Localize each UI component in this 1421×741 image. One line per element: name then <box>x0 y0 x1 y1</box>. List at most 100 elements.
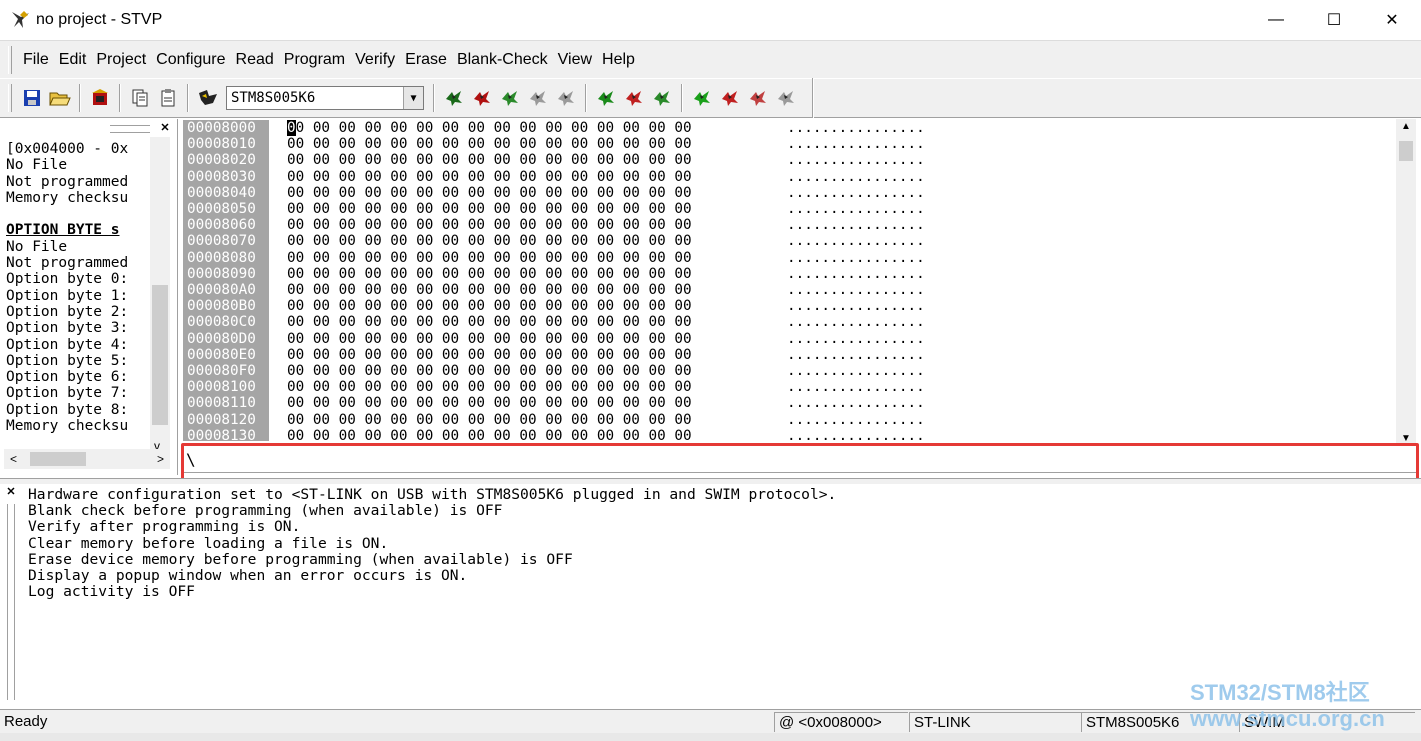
hex-bytes[interactable]: 00 00 00 00 00 00 00 00 00 00 00 00 00 0… <box>287 136 692 152</box>
minimize-button[interactable]: — <box>1247 0 1305 40</box>
hex-row[interactable]: 00008100 00 00 00 00 00 00 00 00 00 00 00… <box>183 379 1393 396</box>
program-action-button[interactable] <box>524 84 552 112</box>
hex-row[interactable]: 00008090 00 00 00 00 00 00 00 00 00 00 00… <box>183 265 1393 282</box>
open-button[interactable] <box>46 84 74 112</box>
program-action-button[interactable] <box>688 84 716 112</box>
hex-bytes[interactable]: 00 00 00 00 00 00 00 00 00 00 00 00 00 0… <box>287 169 692 185</box>
hex-editor[interactable]: 00008000 00 00 00 00 00 00 00 00 00 00 00… <box>183 119 1416 441</box>
hex-bytes[interactable]: 00 00 00 00 00 00 00 00 00 00 00 00 00 0… <box>287 428 692 441</box>
menu-help[interactable]: Help <box>597 51 640 69</box>
project-button[interactable] <box>86 84 114 112</box>
program-action-button[interactable] <box>552 84 580 112</box>
hex-bytes[interactable]: 00 00 00 00 00 00 00 00 00 00 00 00 00 0… <box>287 217 692 233</box>
menu-configure[interactable]: Configure <box>151 51 230 69</box>
program-action-button[interactable] <box>468 84 496 112</box>
program-action-button[interactable] <box>772 84 800 112</box>
hex-row[interactable]: 00008000 00 00 00 00 00 00 00 00 00 00 00… <box>183 120 1393 137</box>
hex-bytes[interactable]: 00 00 00 00 00 00 00 00 00 00 00 00 00 0… <box>287 331 692 347</box>
close-icon[interactable]: ✕ <box>4 486 18 500</box>
program-action-button[interactable] <box>496 84 524 112</box>
hex-bytes[interactable]: 00 00 00 00 00 00 00 00 00 00 00 00 00 0… <box>287 412 692 428</box>
edit-cursor[interactable]: 0 <box>287 120 296 136</box>
info-horizontal-scrollbar[interactable]: < > <box>4 449 170 469</box>
program-action-button[interactable] <box>440 84 468 112</box>
watermark: STM32/STM8社区 www.stmcu.org.cn <box>1190 680 1420 732</box>
hex-bytes[interactable]: 00 00 00 00 00 00 00 00 00 00 00 00 00 0… <box>287 201 692 217</box>
hex-row[interactable]: 000080B0 00 00 00 00 00 00 00 00 00 00 00… <box>183 298 1393 315</box>
toolbar: STM8S005K6 ▼ <box>0 78 1421 118</box>
menu-file[interactable]: File <box>18 51 54 69</box>
paste-button[interactable] <box>154 84 182 112</box>
hex-row[interactable]: 000080D0 00 00 00 00 00 00 00 00 00 00 00… <box>183 330 1393 347</box>
log-line: Display a popup window when an error occ… <box>28 566 468 584</box>
scroll-thumb[interactable] <box>30 452 86 466</box>
menu-program[interactable]: Program <box>279 51 350 69</box>
log-line: Hardware configuration set to <ST-LINK o… <box>28 486 837 503</box>
save-button[interactable] <box>18 84 46 112</box>
panel-grip[interactable] <box>7 504 15 700</box>
hex-bytes[interactable]: 00 00 00 00 00 00 00 00 00 00 00 00 00 0… <box>287 233 692 249</box>
program-action-button[interactable] <box>648 84 676 112</box>
hex-row[interactable]: 00008010 00 00 00 00 00 00 00 00 00 00 00… <box>183 136 1393 153</box>
chevron-down-icon[interactable]: ▼ <box>403 87 423 109</box>
menu-erase[interactable]: Erase <box>400 51 452 69</box>
hex-row[interactable]: 00008060 00 00 00 00 00 00 00 00 00 00 00… <box>183 217 1393 234</box>
hex-ascii: ................ <box>787 201 925 217</box>
hex-bytes[interactable]: 00 00 00 00 00 00 00 00 00 00 00 00 00 0… <box>287 266 692 282</box>
hex-row[interactable]: 00008110 00 00 00 00 00 00 00 00 00 00 00… <box>183 395 1393 412</box>
close-icon[interactable]: ✕ <box>158 122 172 136</box>
scroll-thumb[interactable] <box>152 285 168 425</box>
menu-project[interactable]: Project <box>91 51 151 69</box>
info-line: Option byte 6: <box>6 369 129 386</box>
hex-bytes[interactable]: 00 00 00 00 00 00 00 00 00 00 00 00 00 0… <box>287 314 692 330</box>
hex-bytes[interactable]: 00 00 00 00 00 00 00 00 00 00 00 00 00 0… <box>287 120 692 136</box>
hex-row[interactable]: 00008080 00 00 00 00 00 00 00 00 00 00 00… <box>183 249 1393 266</box>
hex-row[interactable]: 00008020 00 00 00 00 00 00 00 00 00 00 00… <box>183 152 1393 169</box>
hex-bytes[interactable]: 00 00 00 00 00 00 00 00 00 00 00 00 00 0… <box>287 250 692 266</box>
menu-edit[interactable]: Edit <box>54 51 92 69</box>
hex-row[interactable]: 000080C0 00 00 00 00 00 00 00 00 00 00 00… <box>183 314 1393 331</box>
menu-read[interactable]: Read <box>231 51 279 69</box>
scroll-thumb[interactable] <box>1399 141 1413 161</box>
hex-bytes[interactable]: 00 00 00 00 00 00 00 00 00 00 00 00 00 0… <box>287 298 692 314</box>
program-action-button[interactable] <box>716 84 744 112</box>
hex-row[interactable]: 00008040 00 00 00 00 00 00 00 00 00 00 00… <box>183 184 1393 201</box>
scroll-up-icon[interactable]: ▲ <box>1396 121 1416 132</box>
scroll-left-icon[interactable]: < <box>10 452 17 466</box>
hex-row[interactable]: 000080A0 00 00 00 00 00 00 00 00 00 00 00… <box>183 282 1393 299</box>
hex-row[interactable]: 00008130 00 00 00 00 00 00 00 00 00 00 00… <box>183 427 1393 441</box>
hex-bytes[interactable]: 00 00 00 00 00 00 00 00 00 00 00 00 00 0… <box>287 363 692 379</box>
chip-config-button[interactable] <box>194 84 222 112</box>
info-vertical-scrollbar[interactable]: v <box>150 137 170 453</box>
hex-row[interactable]: 000080F0 00 00 00 00 00 00 00 00 00 00 00… <box>183 363 1393 380</box>
close-button[interactable]: ✕ <box>1363 0 1421 40</box>
hex-row[interactable]: 00008030 00 00 00 00 00 00 00 00 00 00 00… <box>183 168 1393 185</box>
device-select[interactable]: STM8S005K6 ▼ <box>226 86 424 110</box>
info-line: Option byte 7: <box>6 385 129 402</box>
menu-verify[interactable]: Verify <box>350 51 400 69</box>
toolbar-grip[interactable] <box>8 84 12 112</box>
hex-row[interactable]: 00008050 00 00 00 00 00 00 00 00 00 00 00… <box>183 201 1393 218</box>
program-action-button[interactable] <box>592 84 620 112</box>
hex-bytes[interactable]: 00 00 00 00 00 00 00 00 00 00 00 00 00 0… <box>287 185 692 201</box>
hex-vertical-scrollbar[interactable]: ▲ ▼ <box>1396 119 1416 444</box>
hex-row[interactable]: 000080E0 00 00 00 00 00 00 00 00 00 00 00… <box>183 346 1393 363</box>
title-bar: no project - STVP — ☐ ✕ <box>0 0 1421 40</box>
menu-blank-check[interactable]: Blank-Check <box>452 51 553 69</box>
hex-bytes[interactable]: 00 00 00 00 00 00 00 00 00 00 00 00 00 0… <box>287 282 692 298</box>
hex-row[interactable]: 00008070 00 00 00 00 00 00 00 00 00 00 00… <box>183 233 1393 250</box>
panel-grip[interactable] <box>110 125 150 133</box>
copy-button[interactable] <box>126 84 154 112</box>
menu-view[interactable]: View <box>553 51 597 69</box>
hex-bytes[interactable]: 00 00 00 00 00 00 00 00 00 00 00 00 00 0… <box>287 395 692 411</box>
menu-grip[interactable] <box>8 45 12 74</box>
hex-row[interactable]: 00008120 00 00 00 00 00 00 00 00 00 00 00… <box>183 411 1393 428</box>
hex-bytes[interactable]: 00 00 00 00 00 00 00 00 00 00 00 00 00 0… <box>287 347 692 363</box>
maximize-button[interactable]: ☐ <box>1305 0 1363 40</box>
program-action-button[interactable] <box>620 84 648 112</box>
scroll-right-icon[interactable]: > <box>157 452 164 466</box>
hex-bytes[interactable]: 00 00 00 00 00 00 00 00 00 00 00 00 00 0… <box>287 379 692 395</box>
chip-arrow-icon <box>778 91 794 106</box>
program-action-button[interactable] <box>744 84 772 112</box>
hex-bytes[interactable]: 00 00 00 00 00 00 00 00 00 00 00 00 00 0… <box>287 152 692 168</box>
